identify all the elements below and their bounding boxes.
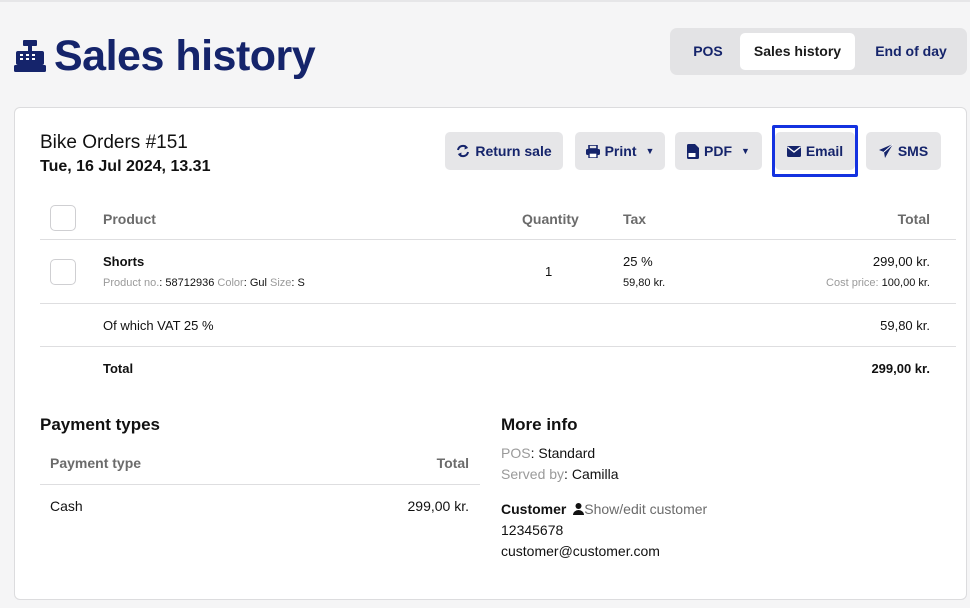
column-payment-total: Total [436,455,469,471]
return-sale-label: Return sale [475,143,552,159]
page-title: Sales history [54,31,316,80]
vat-amount: 59,80 kr. [880,318,930,333]
column-tax: Tax [623,211,647,227]
customer-email: customer@customer.com [501,543,660,559]
total-label: Total [103,361,134,376]
column-quantity: Quantity [522,211,579,227]
cost-price: Cost price: 100,00 kr. [826,277,930,289]
pos-label: POS [501,445,531,461]
customer-phone: 12345678 [501,522,564,538]
served-by-info: Served by: Camilla [501,466,619,482]
size-value: S [297,277,305,289]
tab-end-of-day[interactable]: End of day [859,33,963,70]
tax-rate: 25 % [623,254,653,269]
product-no: 58712936 [165,277,215,289]
sms-button[interactable]: SMS [866,132,941,170]
divider [40,346,956,347]
size-label: Size [270,277,292,289]
order-card: Bike Orders #151 Tue, 16 Jul 2024, 13.31… [14,107,967,600]
pos-info: POS: Standard [501,445,596,461]
return-sale-button[interactable]: Return sale [445,132,563,170]
total-amount: 299,00 kr. [871,361,930,376]
order-date: Tue, 16 Jul 2024, 13.31 [40,158,211,175]
payment-total: 299,00 kr. [407,498,470,514]
payment-types-title: Payment types [40,415,160,434]
column-payment-type: Payment type [50,455,142,471]
print-button[interactable]: Print ▼ [575,132,665,170]
chevron-down-icon: ▼ [741,146,750,156]
paper-plane-icon [878,144,893,158]
vat-label: Of which VAT 25 % [103,318,214,333]
column-product: Product [103,211,156,227]
product-meta: Product no.: 58712936 Color: Gul Size: S [103,277,305,289]
pdf-label: PDF [704,143,733,159]
select-all-checkbox[interactable] [50,205,76,231]
divider [40,239,956,240]
printer-icon [585,144,600,158]
sms-label: SMS [897,143,929,159]
product-quantity: 1 [545,264,553,279]
chevron-down-icon: ▼ [645,146,655,156]
return-arrows-icon [457,144,470,158]
tab-sales-history[interactable]: Sales history [740,33,855,70]
served-by-label: Served by [501,466,565,482]
product-no-label: Product no. [103,277,160,289]
view-switcher: POS Sales history End of day [670,28,967,75]
tax-amount: 59,80 kr. [623,277,666,289]
cost-price-value: 100,00 kr. [881,277,930,289]
pos-value: Standard [538,445,596,461]
top-border [0,0,970,2]
row-checkbox[interactable] [50,259,76,285]
cash-register-icon [14,40,46,72]
user-icon [573,503,585,515]
served-by-value: Camilla [571,466,619,482]
color-value: Gul [249,277,267,289]
show-edit-customer-link[interactable]: Show/edit customer [584,501,707,517]
order-title: Bike Orders #151 [40,132,188,153]
print-label: Print [604,143,637,159]
column-total: Total [897,211,930,227]
email-button-highlight [772,125,858,177]
cost-price-label: Cost price: [826,277,879,289]
divider [40,303,956,304]
tab-pos[interactable]: POS [675,33,741,70]
more-info-title: More info [501,415,578,434]
color-label: Color [217,277,244,289]
pdf-file-icon [687,143,700,159]
pdf-button[interactable]: PDF ▼ [675,132,762,170]
row-total: 299,00 kr. [872,254,930,269]
page-header: Sales history [14,28,316,84]
customer-label: Customer [501,501,567,517]
divider [40,484,480,485]
payment-type: Cash [50,498,83,514]
product-name: Shorts [103,254,145,269]
customer-line: Customer Show/edit customer [501,501,707,517]
